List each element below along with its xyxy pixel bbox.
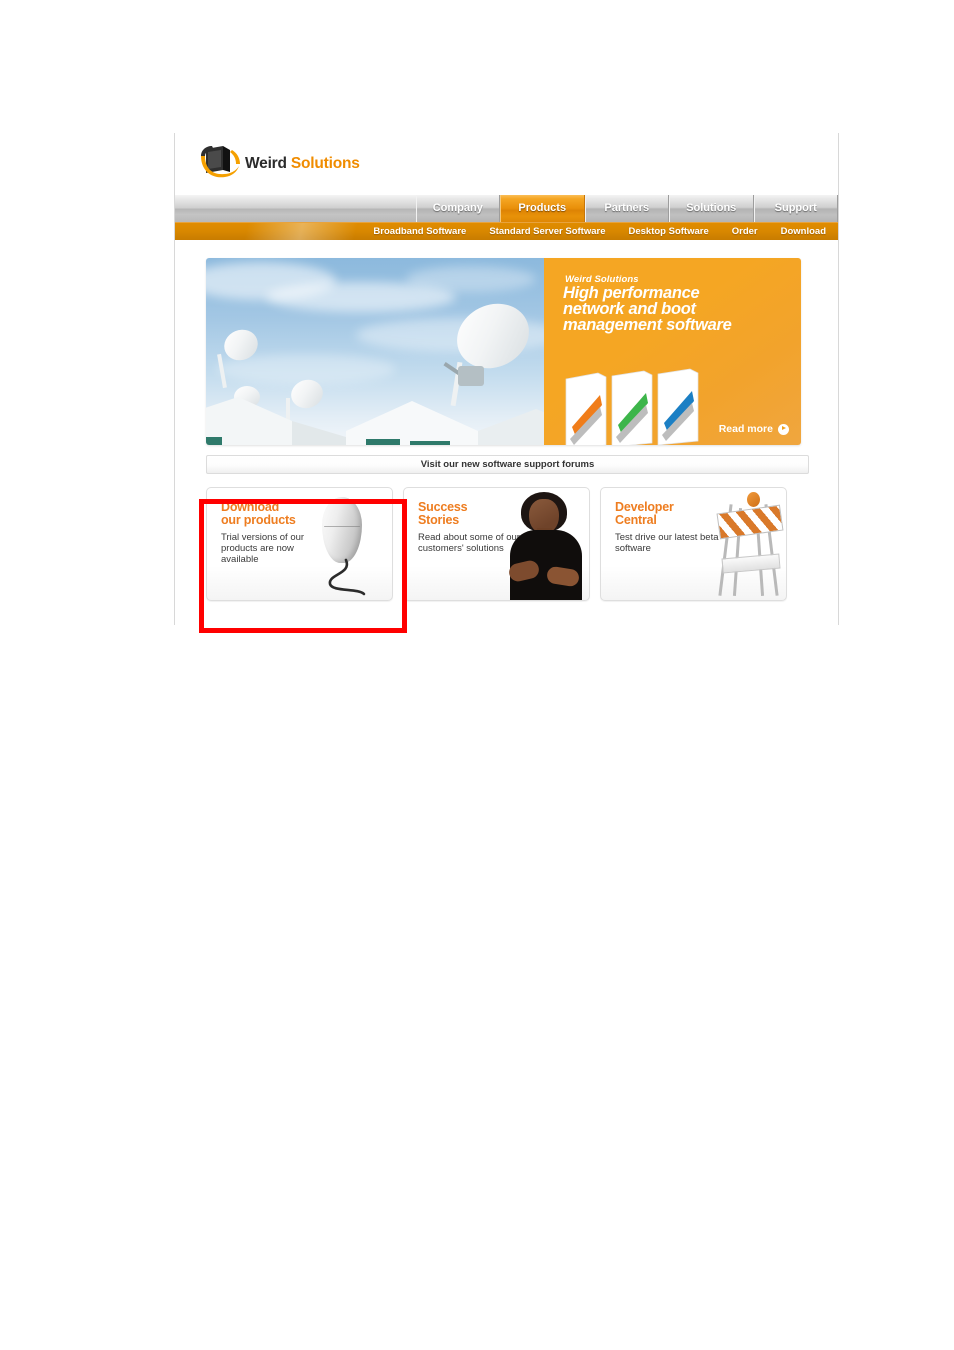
nav-tab-support[interactable]: Support [753,195,838,222]
rooftop-shape [206,397,544,445]
sub-navigation: Broadband Software Standard Server Softw… [175,223,838,240]
hero-banner-wrapper: Weird Solutions High performance network… [175,240,838,445]
logo-word-weird: Weird [245,155,287,172]
site-header: Weird Solutions [175,133,838,195]
construction-barricade-image [700,488,786,600]
main-navigation: Company Products Partners Solutions Supp… [175,195,838,223]
computer-mouse-image [306,488,392,600]
hero-headline-line3: management software [563,316,732,334]
hero-banner[interactable]: Weird Solutions High performance network… [206,258,801,445]
subnav-item-list: Broadband Software Standard Server Softw… [373,223,826,240]
promo-card-success-stories[interactable]: Success Stories Read about some of our c… [403,487,590,601]
promo-card-row: Download our products Trial versions of … [206,487,809,601]
site-logo[interactable]: Weird Solutions [199,144,369,184]
nav-tab-list: Company Products Partners Solutions Supp… [415,195,838,222]
satellite-dishes-photo [206,258,544,445]
hero-headline: High performance network and boot manage… [563,285,789,334]
subnav-item-order[interactable]: Order [732,226,758,237]
nav-tab-company[interactable]: Company [415,195,500,222]
logo-wordmark: Weird Solutions [245,155,360,173]
logo-word-solutions: Solutions [290,155,360,172]
hero-message-panel: Weird Solutions High performance network… [544,258,801,445]
monitor-swoosh-logo-icon [201,146,240,178]
nav-tab-solutions[interactable]: Solutions [669,195,754,222]
subnav-item-download[interactable]: Download [781,226,826,237]
promo-card-developer-central[interactable]: Developer Central Test drive our latest … [600,487,787,601]
three-software-boxes [565,368,699,445]
play-circle-icon [778,423,789,435]
nav-tab-partners[interactable]: Partners [584,195,669,222]
website-page: Weird Solutions Company Products Partner… [174,133,839,625]
smiling-woman-photo [503,488,589,600]
subnav-item-broadband-software[interactable]: Broadband Software [373,226,466,237]
forum-notice-bar[interactable]: Visit our new software support forums [206,455,809,474]
promo-card-download-our-products[interactable]: Download our products Trial versions of … [206,487,393,601]
subnav-item-desktop-software[interactable]: Desktop Software [628,226,708,237]
read-more-label: Read more [718,423,773,435]
nav-tab-products[interactable]: Products [500,195,585,222]
read-more-button[interactable]: Read more [719,423,789,435]
subnav-item-standard-server-software[interactable]: Standard Server Software [489,226,605,237]
